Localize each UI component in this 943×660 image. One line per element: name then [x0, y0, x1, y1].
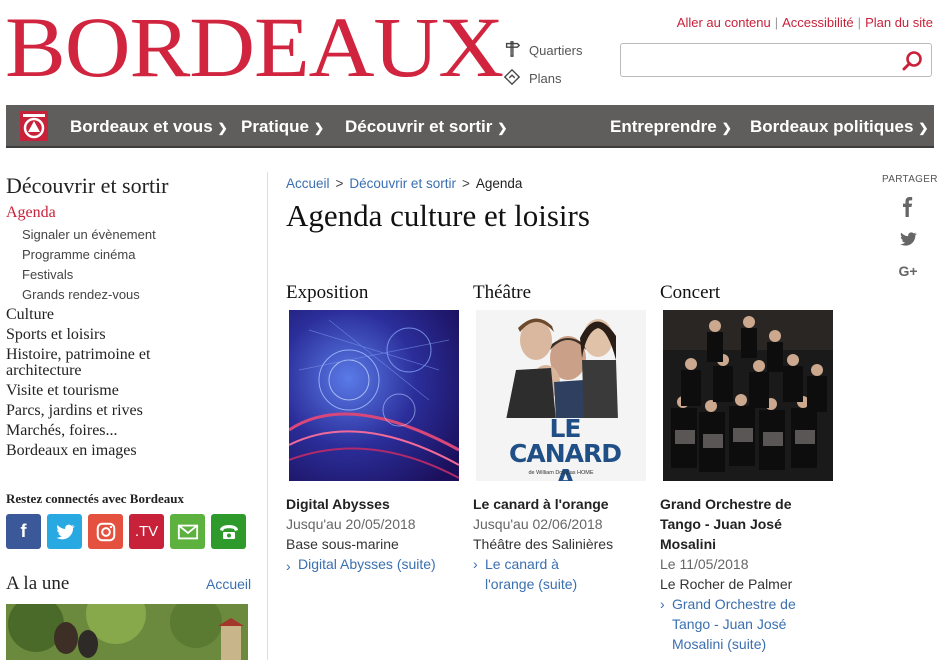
skip-to-content-link[interactable]: Aller au contenu	[677, 15, 771, 30]
social-links: f .TV	[6, 514, 246, 549]
sitemap-link[interactable]: Plan du site	[865, 15, 933, 30]
nav-pratique[interactable]: Pratique ❯	[241, 105, 324, 148]
sidebar-title: Découvrir et sortir	[6, 173, 169, 198]
sidebar-subitem-grands-rdv[interactable]: Grands rendez-vous	[6, 285, 256, 305]
twitter-icon[interactable]	[897, 228, 919, 250]
facebook-icon[interactable]	[897, 196, 919, 218]
sidebar-item-parcs[interactable]: Parcs, jardins et rives	[6, 401, 256, 421]
column-divider	[267, 172, 268, 660]
sidebar-subitem-cinema[interactable]: Programme cinéma	[6, 245, 256, 265]
event-place: Le Rocher de Palmer	[660, 576, 793, 592]
event-more-link[interactable]: › Digital Abysses (suite)	[286, 556, 436, 574]
newsletter-icon[interactable]	[170, 514, 205, 549]
nav-entreprendre[interactable]: Entreprendre ❯	[610, 105, 732, 148]
nav-bordeaux-et-vous[interactable]: Bordeaux et vous ❯	[70, 105, 228, 148]
sidebar-item-visite[interactable]: Visite et tourisme	[6, 381, 256, 401]
tv-icon[interactable]: .TV	[129, 514, 164, 549]
event-more-link[interactable]: › Grand Orchestre de Tango - Juan José Mo…	[660, 594, 822, 654]
phone-icon[interactable]	[211, 514, 246, 549]
quick-link-label: Quartiers	[529, 43, 583, 58]
instagram-icon[interactable]	[88, 514, 123, 549]
event-thumbnail[interactable]	[289, 310, 459, 481]
event-thumbnail[interactable]: LE CANARD A L'ORANGE de William Douglas …	[476, 310, 646, 481]
accessibility-link[interactable]: Accessibilité	[782, 15, 854, 30]
event-title[interactable]: Digital Abysses	[286, 494, 462, 514]
sidebar-subitem-festivals[interactable]: Festivals	[6, 265, 256, 285]
event-more-link[interactable]: › Le canard à l'orange (suite)	[473, 554, 605, 594]
search-icon[interactable]	[901, 50, 923, 72]
search-box	[620, 43, 932, 77]
event-category: Théâtre	[473, 282, 532, 303]
sidebar-item-sports[interactable]: Sports et loisirs	[6, 325, 256, 345]
chevron-down-icon: ❯	[217, 121, 228, 135]
sidebar-item-marches[interactable]: Marchés, foires...	[6, 421, 256, 441]
chevron-down-icon: ❯	[918, 121, 929, 135]
poster-credit: de William Douglas HOME	[528, 470, 594, 476]
chevron-right-icon: ›	[286, 558, 291, 574]
quick-link-label: Plans	[529, 71, 562, 86]
chevron-down-icon: ❯	[314, 121, 325, 135]
search-input[interactable]	[627, 44, 891, 76]
a-la-une-image[interactable]	[6, 604, 248, 660]
chevron-down-icon: ❯	[721, 121, 732, 135]
diamond-arrow-icon	[503, 68, 521, 89]
event-date: Le 11/05/2018	[660, 556, 749, 572]
twitter-icon[interactable]	[47, 514, 82, 549]
page-title: Agenda culture et loisirs	[286, 198, 590, 233]
event-place: Base sous-marine	[286, 536, 399, 552]
signpost-icon	[503, 40, 521, 61]
quick-link-quartiers[interactable]: Quartiers	[503, 40, 582, 61]
share-label: PARTAGER	[882, 174, 938, 185]
sidebar-item-agenda[interactable]: Agenda	[6, 203, 256, 223]
bordeaux-emblem-icon[interactable]	[20, 111, 48, 141]
google-plus-icon[interactable]: G+	[897, 260, 919, 282]
nav-bordeaux-politiques[interactable]: Bordeaux politiques ❯	[750, 105, 928, 148]
facebook-icon[interactable]: f	[6, 514, 41, 549]
main-nav: Bordeaux et vous ❯ Pratique ❯ Découvrir et…	[6, 105, 934, 148]
nav-decouvrir-et-sortir[interactable]: Découvrir et sortir ❯	[345, 105, 507, 148]
chevron-right-icon: ›	[473, 556, 478, 572]
connect-title: Restez connectés avec Bordeaux	[6, 491, 184, 506]
breadcrumb-decouvrir[interactable]: Découvrir et sortir	[349, 176, 456, 191]
event-card-exposition: Exposition Digital Abysses Jusqu'au 20/0…	[286, 282, 462, 574]
event-category: Concert	[660, 282, 721, 303]
event-date: Jusqu'au 02/06/2018	[473, 516, 603, 532]
top-links: Aller au contenu | Accessibilité | Plan du s…	[676, 15, 933, 30]
site-logo[interactable]: BORDEAUX	[5, 4, 504, 90]
breadcrumb-current: Agenda	[475, 176, 523, 191]
sidebar-item-histoire[interactable]: Histoire, patrimoine et architecture	[6, 345, 186, 381]
sidebar-item-images[interactable]: Bordeaux en images	[6, 441, 256, 461]
event-place: Théâtre des Salinières	[473, 536, 614, 552]
event-date: Jusqu'au 20/05/2018	[286, 516, 416, 532]
event-title[interactable]: Grand Orchestre de Tango - Juan José Mos…	[660, 494, 836, 554]
event-category: Exposition	[286, 282, 369, 303]
a-la-une-title: A la une	[6, 573, 70, 594]
chevron-down-icon: ❯	[497, 121, 508, 135]
event-card-theatre: Théâtre LE CANARD A L'ORANGE de William …	[473, 282, 649, 594]
breadcrumb-accueil[interactable]: Accueil	[286, 176, 330, 191]
a-la-une-home-link[interactable]: Accueil	[206, 576, 251, 592]
breadcrumb: Accueil > Découvrir et sortir > Agenda	[286, 176, 523, 191]
event-title[interactable]: Le canard à l'orange	[473, 494, 649, 514]
sidebar-item-culture[interactable]: Culture	[6, 305, 256, 325]
event-card-concert: Concert Grand Orchestre de Tango - Juan …	[660, 282, 836, 654]
quick-link-plans[interactable]: Plans	[503, 68, 562, 89]
sidebar-menu: Agenda Signaler un évènement Programme c…	[6, 203, 256, 461]
event-thumbnail[interactable]	[663, 310, 833, 481]
chevron-right-icon: ›	[660, 596, 665, 612]
sidebar-subitem-signaler[interactable]: Signaler un évènement	[6, 225, 256, 245]
